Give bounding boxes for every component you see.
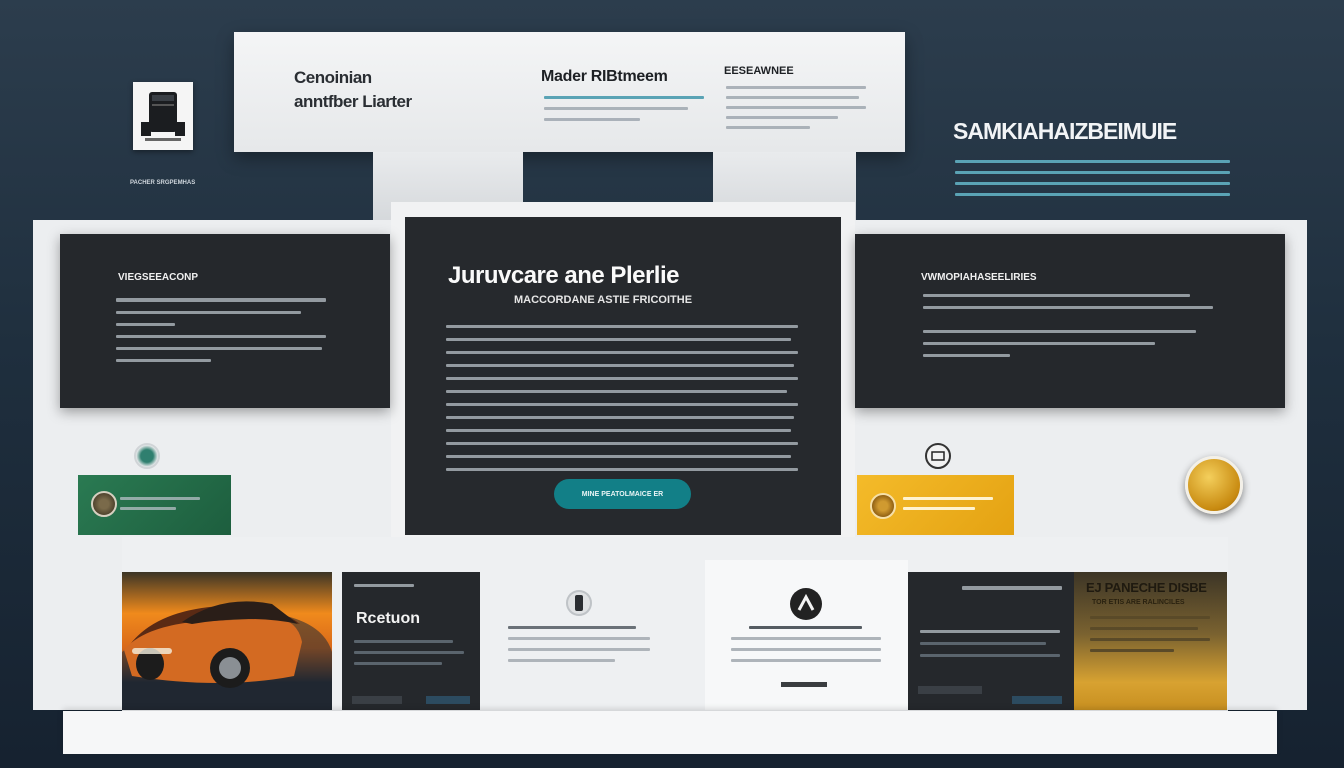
knob-icon-grip (575, 595, 583, 611)
logo[interactable] (133, 82, 193, 150)
white-tile[interactable] (705, 560, 908, 710)
bottom-tile-bar (352, 696, 402, 704)
hero-body-text (446, 325, 798, 471)
device-icon (141, 92, 185, 141)
bottom-tile-2-bar (918, 686, 982, 694)
yellow-feature-box[interactable] (857, 475, 1014, 535)
right-heading-text (955, 160, 1230, 196)
gold-tile-text (1090, 616, 1210, 652)
middle-text (508, 626, 650, 662)
bottom-tile-2-bar (1012, 696, 1062, 704)
green-box-text (120, 497, 200, 510)
bottom-tile-title: Rcetuon (356, 610, 420, 627)
id-icon[interactable] (925, 443, 951, 469)
id-icon-glyph (931, 451, 945, 461)
bottom-tile-bar (426, 696, 470, 704)
gold-tile-subheading: TOR ETIS ARE RALINCILES (1092, 599, 1185, 606)
banner-column-title: Mader RIBtmeem (541, 68, 668, 85)
globe-icon[interactable] (134, 443, 160, 469)
banner-title-line-2: anntfber Liarter (294, 92, 412, 111)
banner-small-text (726, 86, 866, 129)
right-heading: SAMKIAHAIZBEIMUIE (953, 118, 1177, 144)
bottom-tile-2-heading (962, 586, 1062, 590)
car-illustration (122, 601, 332, 710)
hero-subtitle: MACCORDANE ASTIE FRICOITHE (514, 294, 693, 306)
bottom-tile-text (354, 640, 464, 665)
coin-icon (91, 491, 117, 517)
right-card-text (923, 294, 1213, 357)
logo-caption: PACHER SRGPEMHAS (130, 180, 196, 186)
coin-icon[interactable] (1185, 456, 1243, 514)
knob-icon[interactable] (566, 590, 592, 616)
banner-title-line-1: Cenoinian (294, 68, 372, 87)
triangle-icon (790, 588, 822, 620)
bottom-dark-tile-2[interactable] (908, 572, 1074, 710)
left-card[interactable]: VIEGSEEACONP (60, 234, 390, 408)
coin-icon (870, 493, 896, 519)
white-tile-text (731, 626, 881, 662)
hero-title: Juruvcare ane Plerlie (448, 262, 679, 289)
gold-tile-heading: EJ PANECHE DISBE (1086, 580, 1207, 595)
top-banner: Cenoinian anntfber Liarter Mader RIBtmee… (234, 32, 905, 152)
right-card[interactable]: VWMOPIAHASEELIRIES (855, 234, 1285, 408)
left-card-heading: VIEGSEEACONP (118, 272, 199, 283)
bottom-dark-tile[interactable] (342, 572, 480, 710)
car-image[interactable] (122, 572, 332, 710)
left-card-text (116, 298, 326, 362)
green-feature-box[interactable] (78, 475, 231, 535)
right-card-heading: VWMOPIAHASEELIRIES (921, 272, 1037, 283)
bottom-tile-2-text (920, 630, 1060, 657)
yellow-box-text (903, 497, 993, 510)
white-tile-underline (781, 682, 827, 687)
bottom-tile-top-text (354, 584, 414, 587)
banner-small-title: EESEAWNEE (724, 65, 794, 77)
cta-button[interactable]: MINE PEATOLMAICE ER (554, 479, 691, 509)
banner-column-text (544, 96, 704, 121)
footer-bar (63, 711, 1277, 754)
